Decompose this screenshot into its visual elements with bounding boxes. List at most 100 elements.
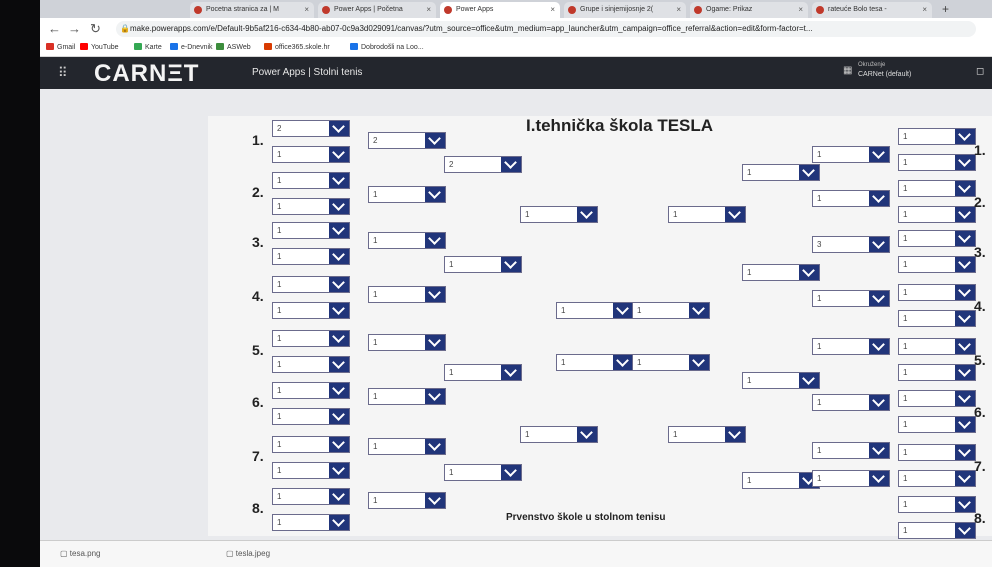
- dropdown-toggle[interactable]: [955, 180, 975, 196]
- dropdown-toggle[interactable]: [955, 364, 975, 380]
- dropdown-toggle[interactable]: [329, 514, 349, 530]
- left-r3-dropdown[interactable]: 1: [444, 464, 522, 481]
- dropdown-toggle[interactable]: [869, 338, 889, 354]
- browser-tab[interactable]: Power Apps | Početna ×: [318, 2, 436, 18]
- right-r1-dropdown[interactable]: 1: [898, 310, 976, 327]
- right-r1-dropdown[interactable]: 1: [898, 338, 976, 355]
- dropdown-toggle[interactable]: [955, 522, 975, 538]
- left-final-dropdown[interactable]: 1: [556, 302, 634, 319]
- browser-tab[interactable]: rateuće Bolo tesa - ×: [812, 2, 932, 18]
- right-r2-dropdown[interactable]: 1: [812, 394, 890, 411]
- right-r2-dropdown[interactable]: 3: [812, 236, 890, 253]
- right-r2-dropdown[interactable]: 1: [812, 190, 890, 207]
- dropdown-toggle[interactable]: [329, 146, 349, 162]
- right-r1-dropdown[interactable]: 1: [898, 416, 976, 433]
- dropdown-toggle[interactable]: [869, 236, 889, 252]
- left-r2-dropdown[interactable]: 1: [368, 388, 446, 405]
- right-r2-dropdown[interactable]: 1: [812, 442, 890, 459]
- dropdown-toggle[interactable]: [725, 426, 745, 442]
- right-r2-dropdown[interactable]: 1: [812, 470, 890, 487]
- dropdown-toggle[interactable]: [725, 206, 745, 222]
- dropdown-toggle[interactable]: [329, 462, 349, 478]
- left-r1-dropdown[interactable]: 1: [272, 382, 350, 399]
- right-r1-dropdown[interactable]: 1: [898, 256, 976, 273]
- right-r4-dropdown[interactable]: 1: [668, 426, 746, 443]
- left-r1-dropdown[interactable]: 1: [272, 356, 350, 373]
- left-r1-dropdown[interactable]: 2: [272, 120, 350, 137]
- left-r1-dropdown[interactable]: 1: [272, 172, 350, 189]
- dropdown-toggle[interactable]: [329, 330, 349, 346]
- bookmark-item[interactable]: Gmail: [46, 43, 75, 51]
- close-tab-icon[interactable]: ×: [304, 2, 309, 18]
- browser-tab[interactable]: Power Apps ×: [440, 2, 560, 18]
- right-r3-dropdown[interactable]: 1: [742, 472, 820, 489]
- right-r3-dropdown[interactable]: 1: [742, 372, 820, 389]
- dropdown-toggle[interactable]: [501, 364, 521, 380]
- left-r1-dropdown[interactable]: 1: [272, 198, 350, 215]
- browser-tab[interactable]: Pocetna stranica za | M ×: [190, 2, 314, 18]
- right-r2-dropdown[interactable]: 1: [812, 338, 890, 355]
- dropdown-toggle[interactable]: [329, 382, 349, 398]
- left-r3-dropdown[interactable]: 2: [444, 156, 522, 173]
- right-r3-dropdown[interactable]: 1: [742, 164, 820, 181]
- browser-tab[interactable]: Grupe i sinjemijosnje 2(×: [564, 2, 686, 18]
- right-r1-dropdown[interactable]: 1: [898, 284, 976, 301]
- dropdown-toggle[interactable]: [329, 356, 349, 372]
- dropdown-toggle[interactable]: [869, 290, 889, 306]
- left-r1-dropdown[interactable]: 1: [272, 330, 350, 347]
- environment-name[interactable]: CARNet (default): [858, 71, 911, 78]
- right-r1-dropdown[interactable]: 1: [898, 496, 976, 513]
- dropdown-toggle[interactable]: [329, 172, 349, 188]
- close-tab-icon[interactable]: ×: [550, 2, 555, 18]
- dropdown-toggle[interactable]: [329, 276, 349, 292]
- dropdown-toggle[interactable]: [799, 164, 819, 180]
- dropdown-toggle[interactable]: [955, 154, 975, 170]
- left-final-dropdown[interactable]: 1: [556, 354, 634, 371]
- right-r2-dropdown[interactable]: 1: [812, 146, 890, 163]
- dropdown-toggle[interactable]: [955, 128, 975, 144]
- dropdown-toggle[interactable]: [955, 338, 975, 354]
- dropdown-toggle[interactable]: [799, 264, 819, 280]
- dropdown-toggle[interactable]: [501, 156, 521, 172]
- left-r1-dropdown[interactable]: 1: [272, 146, 350, 163]
- close-tab-icon[interactable]: ×: [426, 2, 431, 18]
- notification-bell-icon[interactable]: ◻: [976, 66, 984, 77]
- dropdown-toggle[interactable]: [869, 394, 889, 410]
- right-r1-dropdown[interactable]: 1: [898, 180, 976, 197]
- left-r1-dropdown[interactable]: 1: [272, 248, 350, 265]
- left-r2-dropdown[interactable]: 1: [368, 186, 446, 203]
- left-r1-dropdown[interactable]: 1: [272, 222, 350, 239]
- dropdown-toggle[interactable]: [955, 496, 975, 512]
- right-r3-dropdown[interactable]: 1: [742, 264, 820, 281]
- dropdown-toggle[interactable]: [425, 132, 445, 148]
- right-r1-dropdown[interactable]: 1: [898, 444, 976, 461]
- right-r1-dropdown[interactable]: 1: [898, 390, 976, 407]
- close-tab-icon[interactable]: ×: [676, 2, 681, 18]
- app-launcher-icon[interactable]: ⠿: [58, 65, 68, 81]
- dropdown-toggle[interactable]: [689, 354, 709, 370]
- dropdown-toggle[interactable]: [329, 436, 349, 452]
- dropdown-toggle[interactable]: [329, 248, 349, 264]
- dropdown-toggle[interactable]: [955, 310, 975, 326]
- dropdown-toggle[interactable]: [869, 190, 889, 206]
- right-r2-dropdown[interactable]: 1: [812, 290, 890, 307]
- dropdown-toggle[interactable]: [869, 146, 889, 162]
- browser-tab[interactable]: Ogame: Prikaz ×: [690, 2, 808, 18]
- download-item[interactable]: ▢ tesa.png: [60, 549, 100, 558]
- dropdown-toggle[interactable]: [689, 302, 709, 318]
- close-tab-icon[interactable]: ×: [922, 2, 927, 18]
- dropdown-toggle[interactable]: [955, 444, 975, 460]
- left-r1-dropdown[interactable]: 1: [272, 276, 350, 293]
- right-final-dropdown[interactable]: 1: [632, 354, 710, 371]
- dropdown-toggle[interactable]: [329, 222, 349, 238]
- dropdown-toggle[interactable]: [613, 302, 633, 318]
- dropdown-toggle[interactable]: [329, 198, 349, 214]
- dropdown-toggle[interactable]: [425, 186, 445, 202]
- right-r1-dropdown[interactable]: 1: [898, 470, 976, 487]
- bookmark-item[interactable]: e-Dnevnik: [170, 43, 213, 51]
- left-r3-dropdown[interactable]: 1: [444, 364, 522, 381]
- download-item[interactable]: ▢ tesla.jpeg: [226, 549, 270, 558]
- right-r1-dropdown[interactable]: 1: [898, 364, 976, 381]
- left-r4-dropdown[interactable]: 1: [520, 426, 598, 443]
- left-r1-dropdown[interactable]: 1: [272, 488, 350, 505]
